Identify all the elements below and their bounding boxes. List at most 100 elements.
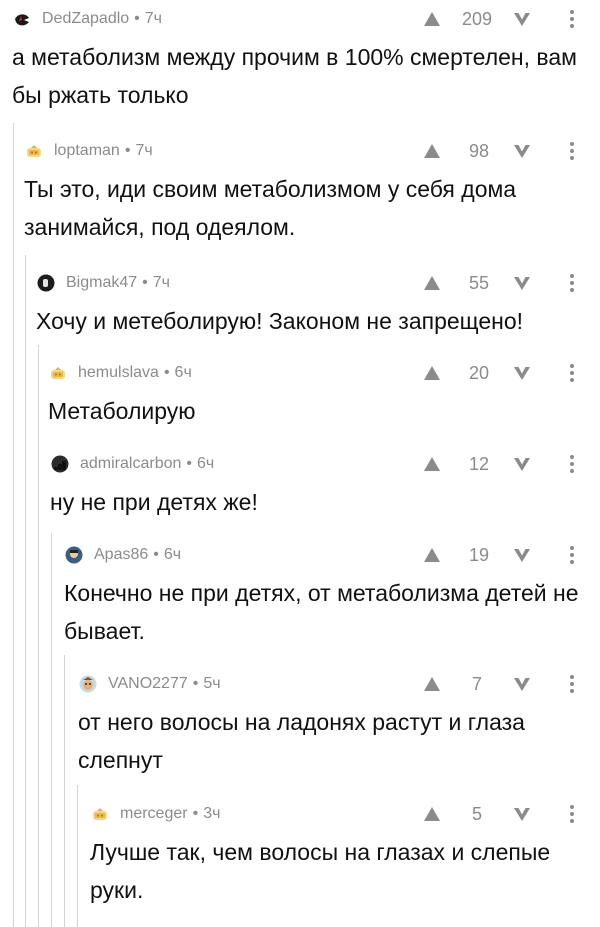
downvote-icon[interactable] (512, 9, 532, 29)
separator: • (153, 546, 159, 563)
separator: • (186, 455, 192, 472)
comment-rating: 12 (468, 454, 489, 474)
thread-line (77, 785, 78, 927)
comment-2: loptaman • 7ч 98 Ты это, иди своим метабол… (24, 139, 600, 246)
upvote-icon[interactable] (422, 545, 442, 565)
default-avatar[interactable] (90, 805, 110, 823)
comment-meta: Bigmak47 • 7ч (66, 271, 170, 295)
ninja-avatar[interactable] (12, 10, 32, 28)
cartoon-avatar[interactable] (78, 675, 98, 693)
author-name[interactable]: merceger (120, 805, 188, 822)
comment-time[interactable]: 7ч (135, 142, 152, 159)
comment-meta: VANO2277 • 5ч (108, 672, 221, 696)
author-name[interactable]: Apas86 (94, 546, 148, 563)
comment-meta: merceger • 3ч (120, 802, 220, 826)
separator: • (142, 274, 148, 291)
thread-line (51, 533, 52, 927)
comment-text: Лучше так, чем волосы на глазах и слепые… (90, 839, 551, 903)
dark-avatar[interactable] (36, 274, 56, 292)
comment-header: VANO2277 • 5ч 7 (78, 672, 600, 696)
thread-line (64, 655, 65, 927)
comment-header: admiralcarbon • 6ч 12 (50, 452, 600, 476)
default-avatar[interactable] (24, 142, 44, 160)
comment-meta: Apas86 • 6ч (94, 543, 181, 567)
comment-text: ну не при детях же! (50, 489, 258, 515)
separator: • (192, 675, 199, 692)
comment-rating: 19 (468, 545, 489, 565)
comment-text: Хочу и метеболирую! Законом не запрещено… (36, 308, 524, 334)
comment-3: Bigmak47 • 7ч 55 Хочу и метеболирую! Закон… (36, 271, 600, 340)
more-options-icon[interactable] (567, 7, 577, 31)
separator: • (134, 10, 140, 27)
downvote-icon[interactable] (512, 804, 532, 824)
stairs-avatar[interactable] (50, 455, 70, 473)
comment-rating: 209 (461, 9, 492, 29)
separator: • (124, 142, 131, 159)
author-name[interactable]: VANO2277 (108, 675, 188, 692)
author-name[interactable]: hemulslava (78, 364, 159, 381)
separator: • (192, 805, 199, 822)
comment-header: Apas86 • 6ч 19 (64, 543, 600, 567)
comment-8: merceger • 3ч 5 Лучше так, чем волосы на г… (90, 802, 600, 909)
comment-time[interactable]: 6ч (164, 546, 181, 563)
comment-rating: 55 (468, 273, 489, 293)
separator: • (163, 364, 170, 381)
downvote-icon[interactable] (512, 674, 532, 694)
upvote-icon[interactable] (422, 141, 442, 161)
upvote-icon[interactable] (422, 9, 442, 29)
author-name[interactable]: DedZapadlo (42, 10, 129, 27)
comment-header: merceger • 3ч 5 (90, 802, 600, 826)
upvote-icon[interactable] (422, 273, 442, 293)
more-options-icon[interactable] (567, 672, 577, 696)
comment-time[interactable]: 3ч (203, 805, 220, 822)
downvote-icon[interactable] (512, 363, 532, 383)
comment-5: admiralcarbon • 6ч 12 ну не при детях же! (50, 452, 600, 521)
upvote-icon[interactable] (422, 363, 442, 383)
more-options-icon[interactable] (567, 452, 577, 476)
default-avatar[interactable] (48, 364, 68, 382)
downvote-icon[interactable] (512, 454, 532, 474)
more-options-icon[interactable] (567, 802, 577, 826)
comment-rating: 98 (468, 141, 489, 161)
downvote-icon[interactable] (512, 273, 532, 293)
more-options-icon[interactable] (567, 271, 577, 295)
comment-rating: 7 (471, 674, 482, 694)
comment-meta: admiralcarbon • 6ч (80, 452, 214, 476)
comment-6: Apas86 • 6ч 19 Конечно не при детях, от ме… (64, 543, 600, 650)
comment-header: hemulslava • 6ч 20 (48, 361, 600, 385)
author-name[interactable]: admiralcarbon (80, 455, 181, 472)
author-name[interactable]: Bigmak47 (66, 274, 137, 291)
comment-meta: hemulslava • 6ч (78, 361, 192, 385)
comment-time[interactable]: 6ч (197, 455, 214, 472)
comment-1: DedZapadlo • 7ч 209 а метаболизм между про… (12, 7, 600, 114)
comment-time[interactable]: 5ч (203, 675, 220, 692)
upvote-icon[interactable] (422, 454, 442, 474)
comment-rating: 20 (468, 363, 489, 383)
comment-rating: 5 (471, 804, 482, 824)
comment-text: а метаболизм между прочим в 100% смертел… (12, 44, 577, 108)
comment-meta: DedZapadlo • 7ч (42, 7, 162, 31)
comment-time[interactable]: 7ч (153, 274, 170, 291)
downvote-icon[interactable] (512, 141, 532, 161)
author-name[interactable]: loptaman (54, 142, 120, 159)
comment-header: loptaman • 7ч 98 (24, 139, 600, 163)
comment-header: Bigmak47 • 7ч 55 (36, 271, 600, 295)
comment-meta: loptaman • 7ч (54, 139, 153, 163)
thread-line (13, 123, 14, 927)
upvote-icon[interactable] (422, 674, 442, 694)
comment-text: Ты это, иди своим метаболизмом у себя до… (24, 176, 517, 240)
downvote-icon[interactable] (512, 545, 532, 565)
comment-time[interactable]: 6ч (175, 364, 192, 381)
comment-header: DedZapadlo • 7ч 209 (12, 7, 600, 31)
comment-time[interactable]: 7ч (145, 10, 162, 27)
face-avatar[interactable] (64, 546, 84, 564)
comment-text: от него волосы на ладонях растут и глаза… (78, 709, 525, 773)
upvote-icon[interactable] (422, 804, 442, 824)
more-options-icon[interactable] (567, 139, 577, 163)
more-options-icon[interactable] (567, 543, 577, 567)
comment-4: hemulslava • 6ч 20 Метаболирую (48, 361, 600, 430)
more-options-icon[interactable] (567, 361, 577, 385)
comment-text: Конечно не при детях, от метаболизма дет… (64, 580, 579, 644)
thread-line (38, 345, 39, 927)
thread-line (25, 255, 26, 927)
